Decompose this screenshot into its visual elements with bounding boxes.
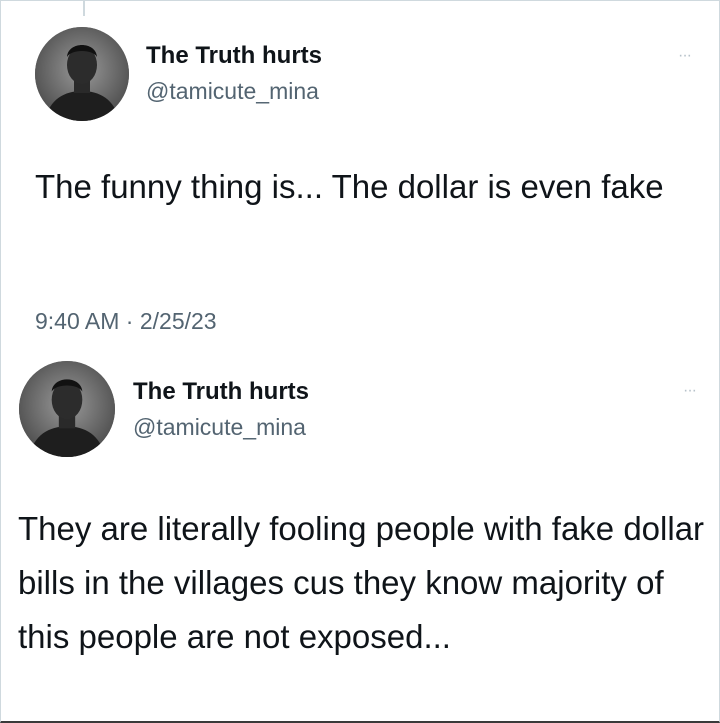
profile-photo-icon — [35, 27, 129, 121]
tweet-time: 9:40 AM — [35, 308, 120, 334]
tweet-date: 2/25/23 — [139, 308, 217, 334]
tweet-text: The funny thing is... The dollar is even… — [35, 168, 664, 205]
tweet-timestamp[interactable]: 9:40 AM · 2/25/23 — [35, 308, 217, 335]
avatar[interactable] — [35, 27, 129, 121]
author-handle[interactable]: @tamicute_mina — [133, 414, 306, 441]
avatar[interactable] — [19, 361, 115, 457]
thread-connector-line — [83, 0, 85, 16]
author-name[interactable]: The Truth hurts — [146, 42, 322, 70]
tweet-text: They are literally fooling people with f… — [18, 510, 705, 655]
meta-separator: · — [125, 308, 134, 334]
profile-photo-icon — [19, 361, 115, 457]
more-horizontal-icon[interactable]: ··· — [683, 383, 697, 399]
author-name[interactable]: The Truth hurts — [133, 378, 309, 406]
more-horizontal-icon[interactable]: ··· — [678, 48, 692, 64]
author-handle[interactable]: @tamicute_mina — [146, 78, 319, 105]
